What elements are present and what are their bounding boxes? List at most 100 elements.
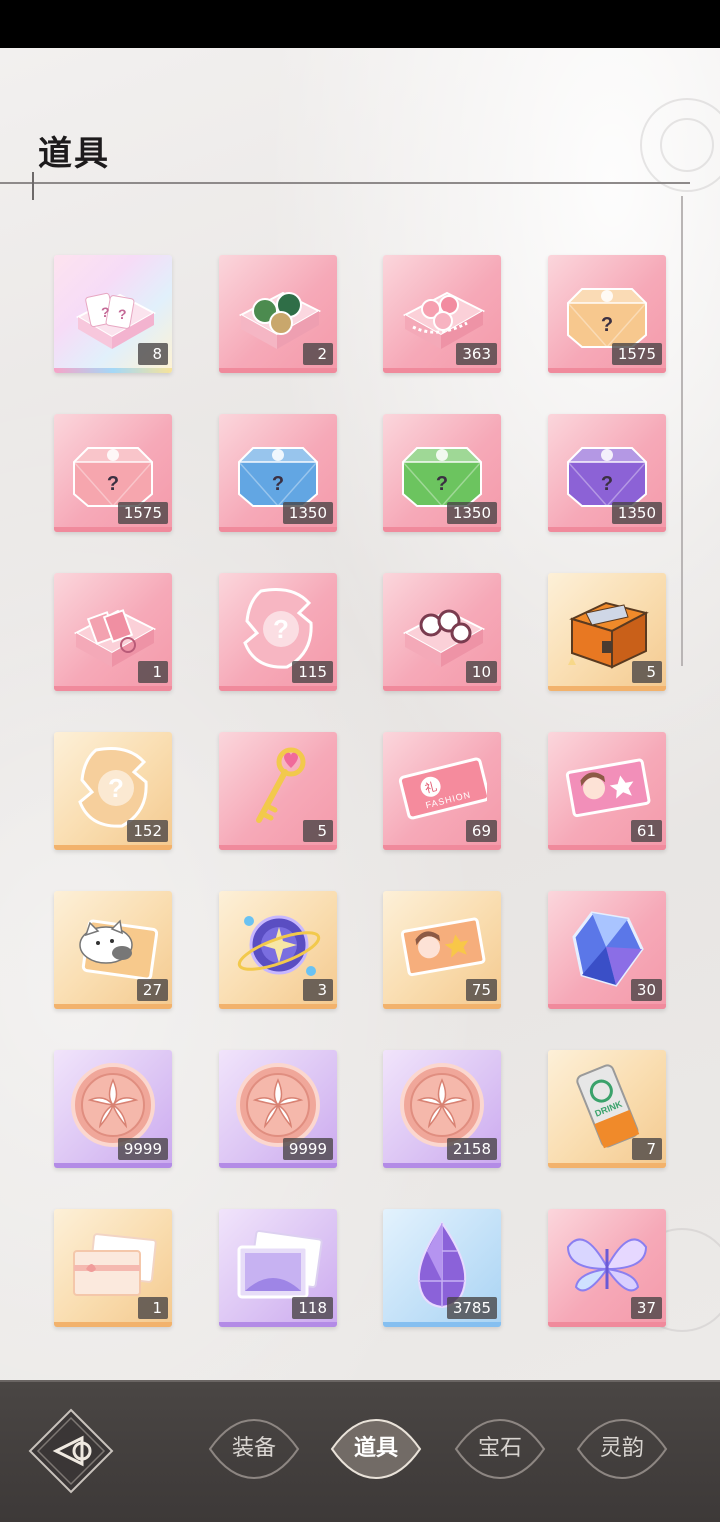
photo-box-icon xyxy=(397,583,487,673)
tab-1[interactable]: 道具 xyxy=(330,1418,422,1480)
tab-label: 装备 xyxy=(231,1436,276,1461)
item-count: 5 xyxy=(632,661,662,683)
item-count: 1575 xyxy=(611,343,662,365)
tab-label: 道具 xyxy=(353,1436,398,1461)
item-count: 5 xyxy=(303,820,333,842)
star-orb-icon xyxy=(233,901,323,991)
item-count: 75 xyxy=(465,979,497,1001)
portrait-card-icon xyxy=(397,901,487,991)
tab-2[interactable]: 宝石 xyxy=(454,1418,546,1480)
item-fashion-ticket[interactable]: 礼 FASHION 69 xyxy=(383,732,501,850)
item-postcard[interactable]: 118 xyxy=(219,1209,337,1327)
item-count: 9999 xyxy=(117,1138,168,1160)
back-arrow-icon xyxy=(28,1408,114,1494)
item-green-mystery-chest[interactable]: ? 1350 xyxy=(383,414,501,532)
item-count: 3 xyxy=(303,979,333,1001)
item-count: 1350 xyxy=(611,502,662,524)
svg-text:?: ? xyxy=(101,304,110,320)
item-star-orb[interactable]: 3 xyxy=(219,891,337,1009)
item-amethyst-drop[interactable]: 3785 xyxy=(383,1209,501,1327)
flower-coin-icon xyxy=(68,1060,158,1150)
svg-text:?: ? xyxy=(436,473,448,495)
treasure-chest-icon xyxy=(562,583,652,673)
item-count: 61 xyxy=(630,820,662,842)
item-gold-mystery-fragment[interactable]: ? 152 xyxy=(54,732,172,850)
item-count: 8 xyxy=(138,343,168,365)
item-orange-mystery-chest[interactable]: ? 1575 xyxy=(548,255,666,373)
rose-decoration xyxy=(660,118,714,172)
item-blue-crystal[interactable]: 30 xyxy=(548,891,666,1009)
portrait-card-icon xyxy=(562,742,652,832)
item-heart-key[interactable]: 5 xyxy=(219,732,337,850)
item-count: 2158 xyxy=(446,1138,497,1160)
item-count: 1350 xyxy=(446,502,497,524)
svg-text:?: ? xyxy=(272,473,284,495)
item-count: 7 xyxy=(632,1138,662,1160)
ticket-box-icon xyxy=(68,583,158,673)
postcard-icon xyxy=(233,1219,323,1309)
item-count: 115 xyxy=(292,661,333,683)
item-count: 9999 xyxy=(282,1138,333,1160)
crystal-icon xyxy=(562,901,652,991)
item-accessory-box[interactable]: 363 xyxy=(383,255,501,373)
item-purple-mystery-chest[interactable]: ? 1350 xyxy=(548,414,666,532)
item-count: 1350 xyxy=(282,502,333,524)
item-count: 118 xyxy=(292,1297,333,1319)
amethyst-drop-icon xyxy=(397,1219,487,1309)
tab-label: 宝石 xyxy=(477,1436,522,1461)
item-count: 152 xyxy=(127,820,168,842)
title-divider-tick xyxy=(32,172,34,200)
item-count: 37 xyxy=(630,1297,662,1319)
item-portrait-card[interactable]: 61 xyxy=(548,732,666,850)
mystery-fragment-icon: ? xyxy=(68,742,158,832)
item-pink-mystery-chest[interactable]: ? 1575 xyxy=(54,414,172,532)
item-flower-coin-1[interactable]: 9999 xyxy=(54,1050,172,1168)
item-gift-card[interactable]: 1 xyxy=(54,1209,172,1327)
bottom-nav: 装备 道具 宝石 灵韵 xyxy=(0,1380,720,1522)
svg-text:?: ? xyxy=(108,773,124,803)
item-flower-coin-3[interactable]: 2158 xyxy=(383,1050,501,1168)
flower-coin-icon xyxy=(397,1060,487,1150)
item-blue-mystery-chest[interactable]: ? 1350 xyxy=(219,414,337,532)
item-count: 10 xyxy=(465,661,497,683)
mystery-chest-icon: ? xyxy=(397,424,487,514)
tab-0[interactable]: 装备 xyxy=(208,1418,300,1480)
item-cat-card[interactable]: 27 xyxy=(54,891,172,1009)
flower-coin-icon xyxy=(233,1060,323,1150)
svg-text:?: ? xyxy=(273,614,289,644)
item-pink-mystery-fragment[interactable]: ? 115 xyxy=(219,573,337,691)
butterfly-icon xyxy=(562,1219,652,1309)
mystery-fragment-icon: ? xyxy=(233,583,323,673)
page-title: 道具 xyxy=(38,134,110,174)
gift-card-icon xyxy=(68,1219,158,1309)
tab-label: 灵韵 xyxy=(599,1436,644,1461)
back-button[interactable] xyxy=(26,1406,116,1496)
svg-text:?: ? xyxy=(118,306,127,322)
mystery-chest-icon: ? xyxy=(562,424,652,514)
card-box-icon: ? ? xyxy=(68,265,158,355)
item-count: 69 xyxy=(465,820,497,842)
mystery-chest-icon: ? xyxy=(562,265,652,355)
item-badge-box[interactable]: 2 xyxy=(219,255,337,373)
badge-box-icon xyxy=(233,265,323,355)
item-count: 27 xyxy=(136,979,168,1001)
item-count: 2 xyxy=(303,343,333,365)
item-portrait-card-gold[interactable]: 75 xyxy=(383,891,501,1009)
svg-text:?: ? xyxy=(601,314,613,336)
fashion-ticket-icon: 礼 FASHION xyxy=(397,742,490,832)
tab-3[interactable]: 灵韵 xyxy=(576,1418,668,1480)
accessory-box-icon xyxy=(397,265,487,355)
mystery-chest-icon: ? xyxy=(233,424,323,514)
svg-text:?: ? xyxy=(107,473,119,495)
item-count: 3785 xyxy=(446,1297,497,1319)
item-rainbow-card-box[interactable]: ? ? 8 xyxy=(54,255,172,373)
item-crystal-butterfly[interactable]: 37 xyxy=(548,1209,666,1327)
right-divider xyxy=(681,196,683,666)
item-ticket-box[interactable]: 1 xyxy=(54,573,172,691)
heart-key-icon xyxy=(233,742,323,832)
item-treasure-chest[interactable]: 5 xyxy=(548,573,666,691)
item-flower-coin-2[interactable]: 9999 xyxy=(219,1050,337,1168)
item-photo-box[interactable]: 10 xyxy=(383,573,501,691)
item-count: 1 xyxy=(138,661,168,683)
item-drink-can[interactable]: DRINK 7 xyxy=(548,1050,666,1168)
